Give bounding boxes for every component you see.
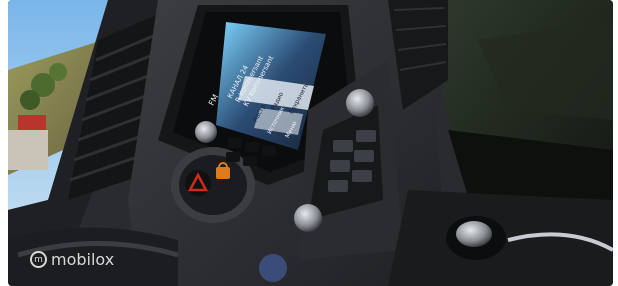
watermark-logo-icon: m (30, 251, 47, 268)
hazard-panel (171, 147, 255, 223)
volume-knob-icon[interactable] (346, 89, 374, 117)
power-knob[interactable] (195, 121, 217, 143)
temp-knob[interactable] (259, 254, 287, 282)
watermark: m mobilox (30, 250, 114, 269)
dashboard-scene (8, 0, 613, 286)
watermark-text: mobilox (51, 250, 115, 269)
car-dashboard-photo: FM КАНАЛ 24 R.Kommersant KV Kommersant Н… (8, 0, 613, 286)
fan-knob[interactable] (294, 204, 322, 232)
gear-shifter-icon[interactable] (446, 216, 506, 260)
